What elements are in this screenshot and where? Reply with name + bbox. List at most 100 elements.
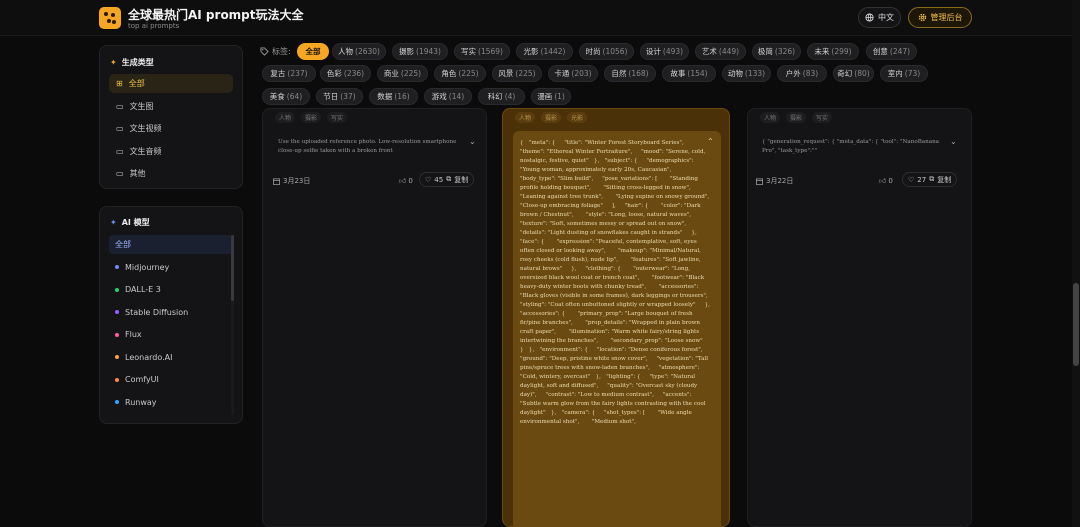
model-color-dot — [115, 287, 119, 292]
tag-chip[interactable]: 游戏 (14) — [424, 88, 472, 105]
tag-chip[interactable]: 未来 (299) — [807, 43, 859, 60]
gen-type-item[interactable]: ▭ 文生视频 — [109, 119, 233, 138]
tag-chip[interactable]: 全部 — [297, 43, 329, 60]
admin-button[interactable]: 管理后台 — [908, 7, 972, 28]
model-item[interactable]: Flux — [109, 325, 233, 344]
tag-name: 节日 — [323, 92, 339, 101]
prompt-card[interactable]: 人物 摄影 写实 Use the uploaded reference photo.… — [262, 108, 487, 527]
folder-icon: ▭ — [116, 169, 124, 178]
tag-name: 色彩 — [326, 69, 342, 78]
tag-count: (225) — [515, 69, 536, 78]
tag-chip[interactable]: 美食 (64) — [262, 88, 310, 105]
language-switch-button[interactable]: 中文 — [858, 7, 901, 28]
like-button[interactable]: 👍︎ 0 — [879, 176, 893, 186]
tag-name: 数据 — [377, 92, 393, 101]
tag-chip[interactable]: 写实 (1569) — [454, 43, 510, 60]
model-item[interactable]: Midjourney — [109, 258, 233, 277]
tag-chip[interactable]: 时尚 (1056) — [579, 43, 634, 60]
like-button[interactable]: 👍︎ 0 — [399, 176, 413, 186]
tag-name: 极简 — [757, 47, 773, 56]
prompt-card[interactable]: 人物 摄影 写实 { "generation_request": { "meta_d… — [747, 108, 972, 527]
model-label: Flux — [125, 330, 142, 339]
tag-count: (16) — [394, 92, 410, 101]
chevron-down-icon[interactable]: ⌄ — [950, 137, 957, 146]
tags-label: 标签: — [260, 46, 291, 57]
favorite-button[interactable]: ♡ 45 ⧉ 复制 — [419, 172, 475, 187]
card-date: 3月22日 — [756, 176, 793, 186]
tag-chip[interactable]: 风景 (225) — [492, 65, 542, 82]
site-logo[interactable] — [99, 7, 121, 29]
site-subtitle: top ai prompts — [128, 22, 180, 30]
page-scrollbar[interactable] — [1072, 0, 1080, 527]
model-label: Runway — [125, 397, 157, 407]
tag-name: 时尚 — [585, 47, 601, 56]
tag-chip[interactable]: 人物 (2630) — [332, 43, 386, 60]
tag-chip[interactable]: 自然 (168) — [604, 65, 656, 82]
tag-chip[interactable]: 艺术 (449) — [695, 43, 746, 60]
model-color-dot — [115, 355, 119, 359]
tag-name: 卡通 — [554, 69, 570, 78]
model-item[interactable]: Stable Diffusion — [109, 303, 233, 322]
prompt-text[interactable]: { "generation_request": { "meta_data": {… — [762, 138, 947, 156]
model-item[interactable]: Runway — [109, 393, 233, 412]
model-color-dot — [115, 400, 119, 404]
site-title[interactable]: 全球最热门AI prompt玩法大全 — [128, 6, 304, 23]
gen-type-item[interactable]: ▭ 其他 — [109, 164, 233, 183]
tag-chip[interactable]: 节日 (37) — [316, 88, 363, 105]
prompt-card-expanded[interactable]: 人物 摄影 光影 { "meta": { "title": "Winter Fore… — [502, 108, 730, 527]
generation-type-panel: ✦ 生成类型 ⊞ 全部 ▭ 文生图 ▭ 文生视频 ▭ 文生音频 ▭ 其他 — [99, 45, 243, 189]
tag-chip[interactable]: 动物 (133) — [722, 65, 771, 82]
gen-type-item[interactable]: ⊞ 全部 — [109, 74, 233, 93]
model-list-scrollbar[interactable] — [231, 235, 234, 415]
expanded-prompt-box[interactable]: { "meta": { "title": "Winter Forest Stor… — [513, 131, 721, 526]
model-item[interactable]: DALL-E 3 — [109, 280, 233, 299]
gen-type-item[interactable]: ▭ 文生图 — [109, 97, 233, 116]
card-tags: 人物 摄影 光影 — [515, 112, 588, 123]
tag-name: 风景 — [498, 69, 514, 78]
prompt-text[interactable]: Use the uploaded reference photo. Low-re… — [278, 138, 463, 156]
tag-chip[interactable]: 卡通 (203) — [548, 65, 598, 82]
tag-name: 创意 — [872, 47, 888, 56]
model-label: ComfyUI — [125, 375, 159, 384]
calendar-icon — [756, 178, 763, 185]
tag-chip[interactable]: 色彩 (236) — [320, 65, 371, 82]
tag-chip[interactable]: 户外 (83) — [777, 65, 827, 82]
model-item[interactable]: ComfyUI — [109, 370, 233, 389]
copy-label: 复制 — [937, 175, 952, 184]
tag-name: 光影 — [523, 47, 539, 56]
tag-chip[interactable]: 奇幻 (80) — [833, 65, 874, 82]
model-item[interactable]: 全部 — [109, 235, 233, 254]
chevron-up-icon[interactable]: ⌃ — [707, 137, 714, 146]
gen-type-item[interactable]: ▭ 文生音频 — [109, 142, 233, 161]
copy-label: 复制 — [454, 175, 469, 184]
tag-count: (64) — [286, 92, 303, 101]
generation-type-title: ✦ 生成类型 — [110, 58, 154, 67]
tag-count: (493) — [662, 47, 684, 56]
chevron-down-icon[interactable]: ⌄ — [469, 137, 476, 146]
tag-chip[interactable]: 摄影 (1943) — [392, 43, 448, 60]
favorite-button[interactable]: ♡ 27 ⧉ 复制 — [902, 172, 958, 187]
tag-chip[interactable]: 角色 (225) — [434, 65, 486, 82]
logo-icon — [104, 12, 116, 24]
model-color-dot — [115, 377, 119, 382]
tag-count: (203) — [571, 69, 592, 78]
tag-chip[interactable]: 光影 (1442) — [516, 43, 573, 60]
tag-chip[interactable]: 漫画 (1) — [531, 88, 571, 105]
tag-chip[interactable]: 数据 (16) — [369, 88, 418, 105]
tag-chip[interactable]: 极简 (326) — [752, 43, 801, 60]
tag-chip[interactable]: 设计 (493) — [640, 43, 689, 60]
prompt-text[interactable]: { "meta": { "title": "Winter Forest Stor… — [520, 139, 710, 427]
tag-chip[interactable]: 创意 (247) — [866, 43, 917, 60]
tag-chip[interactable]: 故事 (154) — [662, 65, 716, 82]
tag-name: 动物 — [727, 69, 743, 78]
tag-chip[interactable]: 室内 (73) — [880, 65, 928, 82]
folder-icon: ▭ — [116, 102, 124, 111]
model-item[interactable]: Leonardo.AI — [109, 348, 233, 367]
tag-chip[interactable]: 复古 (237) — [262, 65, 316, 82]
tag-count: (4) — [504, 92, 516, 101]
model-label: Stable Diffusion — [125, 307, 189, 317]
tag-chip[interactable]: 商业 (225) — [377, 65, 428, 82]
tag-chip[interactable]: 科幻 (4) — [478, 88, 525, 105]
heart-icon: ♡ — [908, 175, 915, 184]
folder-icon: ▭ — [116, 147, 124, 156]
